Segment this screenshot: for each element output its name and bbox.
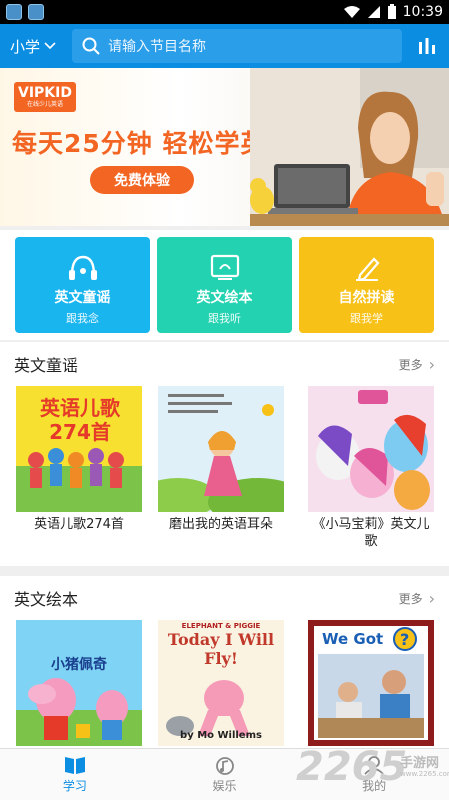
- wifi-icon: [343, 6, 360, 18]
- quick-categories: 英文童谣 跟我念 英文绘本 跟我听 自然拼读 跟我学: [0, 230, 449, 340]
- more-link[interactable]: 更多 ›: [399, 589, 435, 608]
- quick-title: 自然拼读: [338, 290, 395, 306]
- question-icon: ?: [393, 627, 417, 651]
- section-title: 英文童谣: [14, 356, 79, 375]
- pencil-icon: [355, 257, 380, 281]
- nav-study[interactable]: 学习: [0, 749, 150, 800]
- nursery-rhymes-button[interactable]: 英文童谣 跟我念: [15, 237, 150, 333]
- teacher-illustration: [250, 68, 449, 226]
- more-link[interactable]: 更多 ›: [399, 355, 435, 374]
- picture-books-section: 英文绘本 更多 › 小猪佩奇 ELEPHANT & PIGGIE Today I…: [0, 576, 449, 748]
- card-thumbnail: 小猪佩奇: [16, 620, 142, 746]
- card-title: 英语儿歌274首: [34, 517, 124, 532]
- thumb-author: by Mo Willems: [180, 730, 262, 741]
- top-header: 小学 请输入节目名称: [0, 24, 449, 68]
- program-card[interactable]: 磨出我的英语耳朵: [158, 386, 284, 533]
- chevron-down-icon: [44, 42, 56, 50]
- quick-subtitle: 跟我听: [208, 312, 241, 325]
- section-header: 英文童谣 更多 ›: [0, 342, 449, 386]
- headphones-icon: [68, 255, 97, 280]
- section-title: 英文绘本: [14, 590, 79, 609]
- grade-label: 小学: [10, 37, 41, 56]
- section-header: 英文绘本 更多 ›: [0, 576, 449, 620]
- ponies-illustration: [308, 386, 434, 512]
- nursery-rhymes-section: 英文童谣 更多 › 英语儿歌 274首 英语儿歌274首 磨出我的英语耳朵 《小…: [0, 342, 449, 566]
- more-label: 更多: [398, 591, 423, 606]
- book-card[interactable]: ELEPHANT & PIGGIE Today I Will Fly! by M…: [158, 620, 284, 746]
- picture-books-button[interactable]: 英文绘本 跟我听: [157, 237, 292, 333]
- battery-icon: [387, 4, 396, 19]
- search-icon: [82, 37, 100, 55]
- card-title: 《小马宝莉》英文儿歌: [312, 517, 430, 549]
- card-thumbnail: [308, 386, 434, 512]
- status-time: 10:39: [402, 4, 443, 20]
- thumb-title: Today I Will Fly!: [167, 630, 275, 668]
- vipkid-logo: VIPKID 在线少儿英语: [14, 82, 76, 112]
- thumb-series: ELEPHANT & PIGGIE: [181, 622, 261, 630]
- more-label: 更多: [398, 357, 423, 372]
- search-bar[interactable]: 请输入节目名称: [72, 29, 402, 63]
- quick-title: 英文绘本: [196, 290, 253, 306]
- card-thumbnail: 英语儿歌 274首: [16, 386, 142, 512]
- girl-illustration: [158, 386, 284, 512]
- book-icon: [64, 757, 85, 774]
- picture-book-icon: [210, 254, 239, 280]
- card-thumbnail: [158, 386, 284, 512]
- thumb-title: We Got: [322, 630, 384, 648]
- app-notification-icon-2: [28, 4, 44, 20]
- site-watermark: 2265 手游网 www.2265.com: [296, 742, 449, 792]
- book-card[interactable]: 小猪佩奇: [16, 620, 142, 746]
- card-thumbnail: We Got ?: [308, 620, 434, 746]
- card-thumbnail: ELEPHANT & PIGGIE Today I Will Fly! by M…: [158, 620, 284, 746]
- search-input[interactable]: 请输入节目名称: [108, 36, 206, 56]
- svg-text:?: ?: [400, 630, 409, 649]
- signal-icon: [367, 6, 380, 18]
- logo-text: VIPKID: [18, 85, 72, 101]
- music-note-icon: [215, 757, 234, 775]
- nav-label: 娱乐: [212, 779, 237, 793]
- free-trial-button[interactable]: 免费体验: [90, 166, 194, 194]
- program-card[interactable]: 英语儿歌 274首 英语儿歌274首: [16, 386, 142, 533]
- quick-subtitle: 跟我念: [66, 312, 99, 325]
- grade-selector[interactable]: 小学: [0, 36, 72, 57]
- quick-subtitle: 跟我学: [350, 312, 383, 325]
- program-card[interactable]: 《小马宝莉》英文儿歌: [308, 386, 434, 550]
- nav-entertainment[interactable]: 娱乐: [150, 749, 300, 800]
- watermark-url: www.2265.com: [400, 770, 449, 778]
- ranking-icon[interactable]: [417, 36, 437, 56]
- peppa-illustration: [16, 678, 142, 746]
- chevron-right-icon: ›: [428, 354, 435, 374]
- kids-photo: [318, 654, 424, 738]
- watermark-number: 2265: [296, 744, 408, 790]
- chevron-right-icon: ›: [428, 588, 435, 608]
- promo-banner[interactable]: VIPKID 在线少儿英语 每天25分钟 轻松学英语 免费体验: [0, 68, 449, 226]
- app-notification-icon: [6, 4, 22, 20]
- logo-subtext: 在线少儿英语: [26, 101, 63, 108]
- watermark-site: 手游网: [400, 756, 440, 771]
- card-title: 磨出我的英语耳朵: [168, 517, 273, 532]
- phonics-button[interactable]: 自然拼读 跟我学: [299, 237, 434, 333]
- status-bar: 10:39: [0, 0, 449, 24]
- card-row: 英语儿歌 274首 英语儿歌274首 磨出我的英语耳朵 《小马宝莉》英文儿歌: [0, 386, 449, 566]
- quick-title: 英文童谣: [54, 290, 111, 306]
- thumb-title: 英语儿歌 274首: [40, 396, 120, 444]
- book-card[interactable]: We Got ?: [308, 620, 434, 746]
- card-row: 小猪佩奇 ELEPHANT & PIGGIE Today I Will Fly!…: [0, 620, 449, 748]
- nav-label: 学习: [62, 779, 87, 793]
- thumb-title: 小猪佩奇: [51, 657, 107, 673]
